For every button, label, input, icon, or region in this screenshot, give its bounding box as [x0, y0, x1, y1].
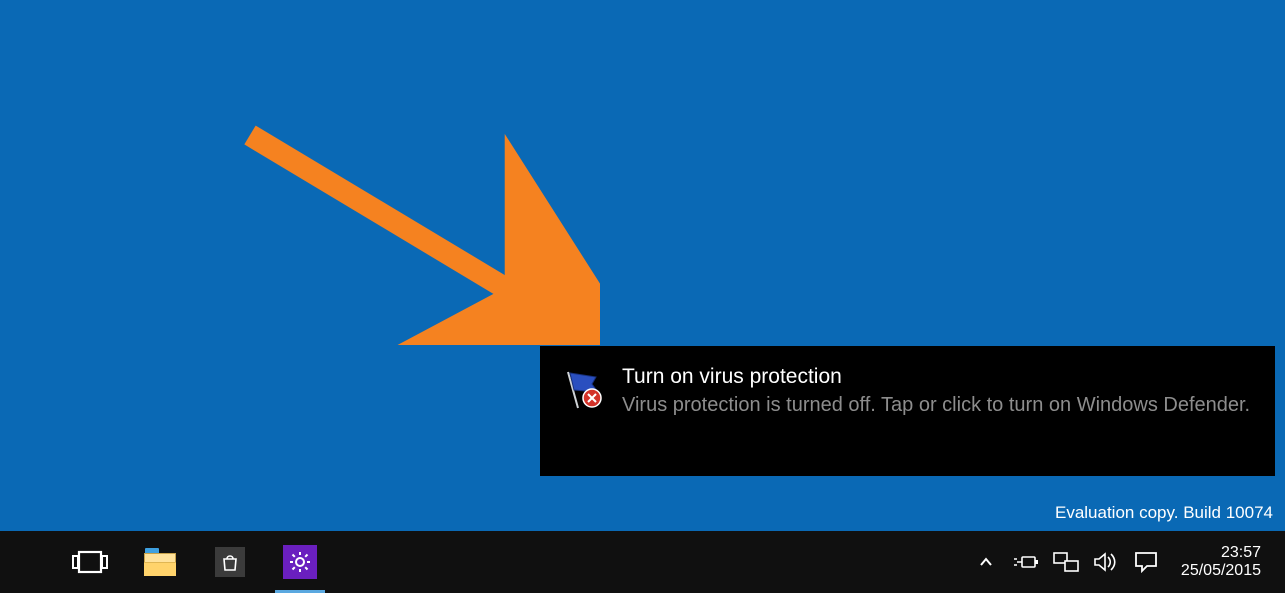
action-center-icon: [1134, 551, 1158, 573]
taskbar: 23:57 25/05/2015: [0, 531, 1285, 593]
toast-body: Virus protection is turned off. Tap or c…: [622, 392, 1250, 419]
build-watermark: Evaluation copy. Build 10074: [1055, 503, 1273, 523]
power-tray-button[interactable]: [1013, 549, 1039, 575]
power-plug-icon: [1013, 553, 1039, 571]
store-icon: [215, 547, 245, 577]
chevron-up-icon: [979, 555, 993, 569]
system-tray: 23:57 25/05/2015: [973, 544, 1285, 581]
task-view-button[interactable]: [55, 531, 125, 593]
volume-tray-button[interactable]: [1093, 549, 1119, 575]
volume-icon: [1093, 551, 1119, 573]
action-center-flag-error-icon: [558, 364, 608, 410]
file-explorer-button[interactable]: [125, 531, 195, 593]
taskbar-clock[interactable]: 23:57 25/05/2015: [1173, 544, 1275, 581]
network-icon: [1053, 551, 1079, 573]
settings-button[interactable]: [265, 531, 335, 593]
task-view-icon: [72, 549, 108, 575]
store-button[interactable]: [195, 531, 265, 593]
annotation-arrow: [240, 125, 600, 345]
network-tray-button[interactable]: [1053, 549, 1079, 575]
show-hidden-icons-button[interactable]: [973, 549, 999, 575]
clock-time: 23:57: [1181, 544, 1261, 562]
clock-date: 25/05/2015: [1181, 562, 1261, 580]
desktop[interactable]: Turn on virus protection Virus protectio…: [0, 0, 1285, 593]
notification-toast[interactable]: Turn on virus protection Virus protectio…: [540, 346, 1275, 476]
action-center-tray-button[interactable]: [1133, 549, 1159, 575]
toast-title: Turn on virus protection: [622, 364, 1250, 390]
settings-gear-icon: [283, 545, 317, 579]
file-explorer-icon: [144, 548, 176, 576]
